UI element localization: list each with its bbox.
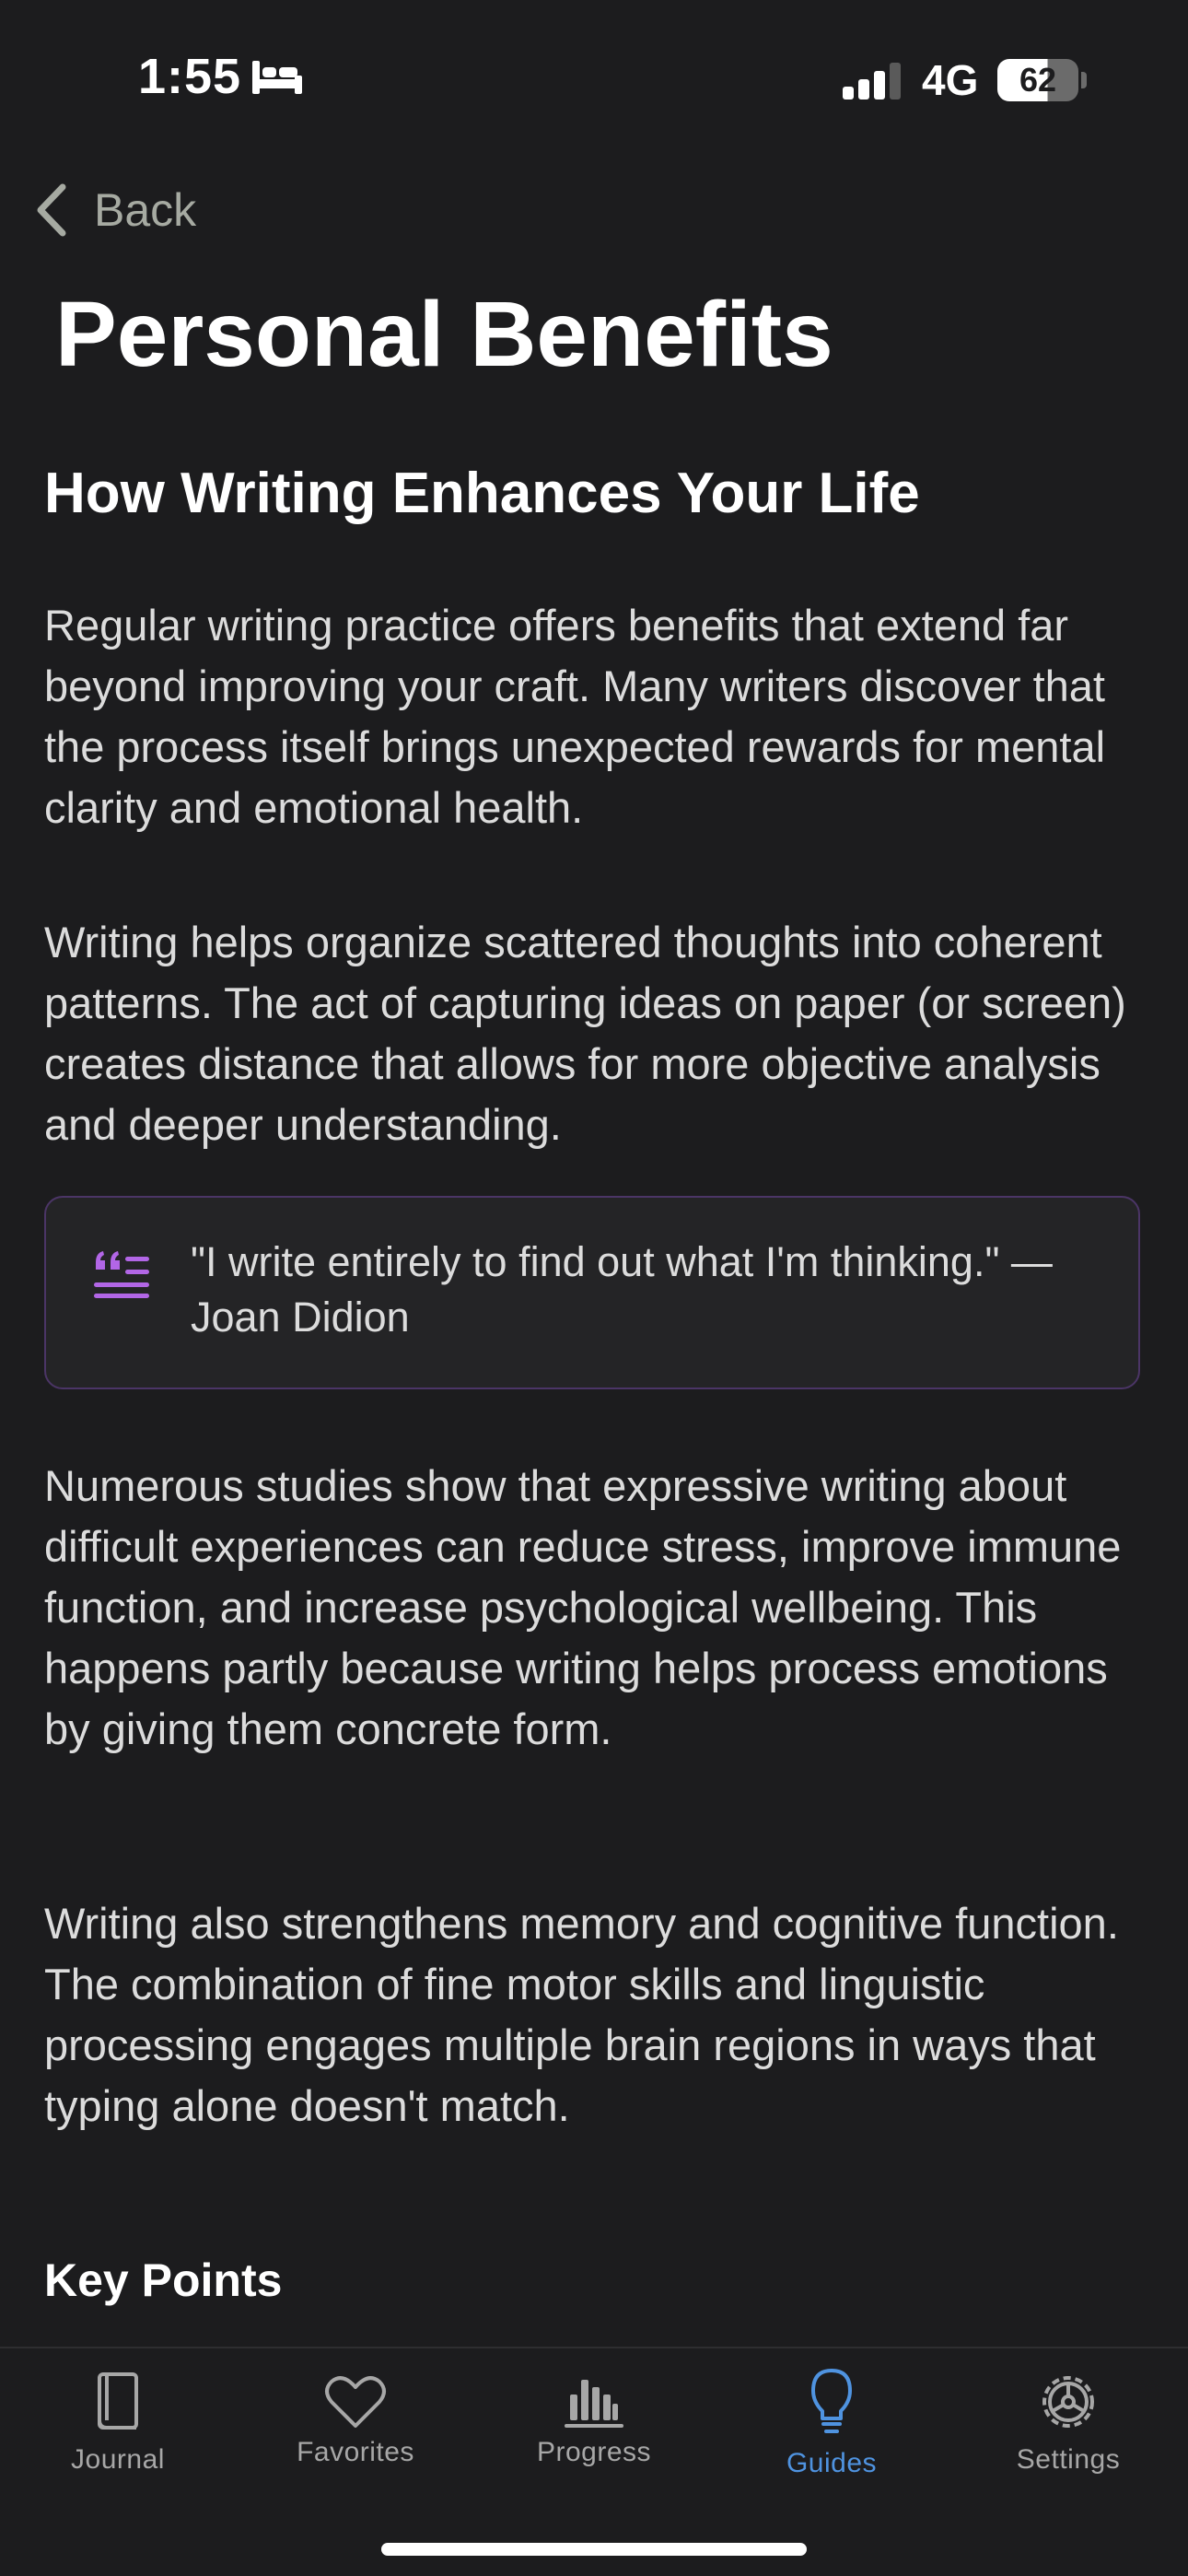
chevron-left-icon xyxy=(37,183,66,237)
gear-icon xyxy=(1042,2376,1094,2428)
body-paragraph: Writing also strengthens memory and cogn… xyxy=(44,1899,1119,2130)
back-label: Back xyxy=(94,184,197,236)
tab-settings[interactable]: Settings xyxy=(967,2348,1170,2514)
back-button[interactable]: Back xyxy=(33,177,196,243)
body-paragraph: Numerous studies show that expressive wr… xyxy=(44,1461,1122,1753)
quote-icon xyxy=(94,1251,149,1298)
body-paragraph: Writing helps organize scattered thought… xyxy=(44,918,1126,1149)
quote-text: "I write entirely to find out what I'm t… xyxy=(191,1238,1053,1341)
bed-icon xyxy=(252,61,302,94)
quote-card: "I write entirely to find out what I'm t… xyxy=(44,1196,1140,1389)
network-label: 4G xyxy=(922,56,979,104)
tab-label: Guides xyxy=(786,2448,878,2478)
battery-icon: 62 xyxy=(997,59,1078,101)
tab-label: Favorites xyxy=(297,2437,414,2467)
cellular-signal-icon xyxy=(843,63,901,100)
book-icon xyxy=(98,2372,138,2430)
app-screen: 1:55 4G 62 Back Personal Benefits How Wr… xyxy=(0,0,1188,2576)
tab-guides[interactable]: Guides xyxy=(730,2348,933,2514)
body-paragraph: Regular writing practice offers benefits… xyxy=(44,601,1106,832)
key-points-heading: Key Points xyxy=(44,2254,283,2306)
tab-journal[interactable]: Journal xyxy=(17,2348,219,2514)
tab-label: Journal xyxy=(71,2444,165,2475)
heart-icon xyxy=(325,2376,386,2428)
tab-label: Settings xyxy=(1016,2444,1121,2475)
tab-label: Progress xyxy=(536,2437,652,2467)
tab-favorites[interactable]: Favorites xyxy=(254,2348,457,2514)
section-heading: How Writing Enhances Your Life xyxy=(44,462,920,525)
tab-bar: Journal Favorites Progress Guides Settin… xyxy=(0,2347,1188,2576)
battery-tip xyxy=(1081,72,1087,88)
battery-percent: 62 xyxy=(1019,61,1057,99)
status-bar: 1:55 4G 62 xyxy=(0,0,1188,147)
home-indicator[interactable] xyxy=(381,2543,807,2556)
page-title: Personal Benefits xyxy=(55,283,833,386)
bar-chart-icon xyxy=(565,2380,623,2428)
tab-progress[interactable]: Progress xyxy=(493,2348,695,2514)
lightbulb-icon xyxy=(811,2369,852,2433)
status-time: 1:55 xyxy=(138,49,242,104)
